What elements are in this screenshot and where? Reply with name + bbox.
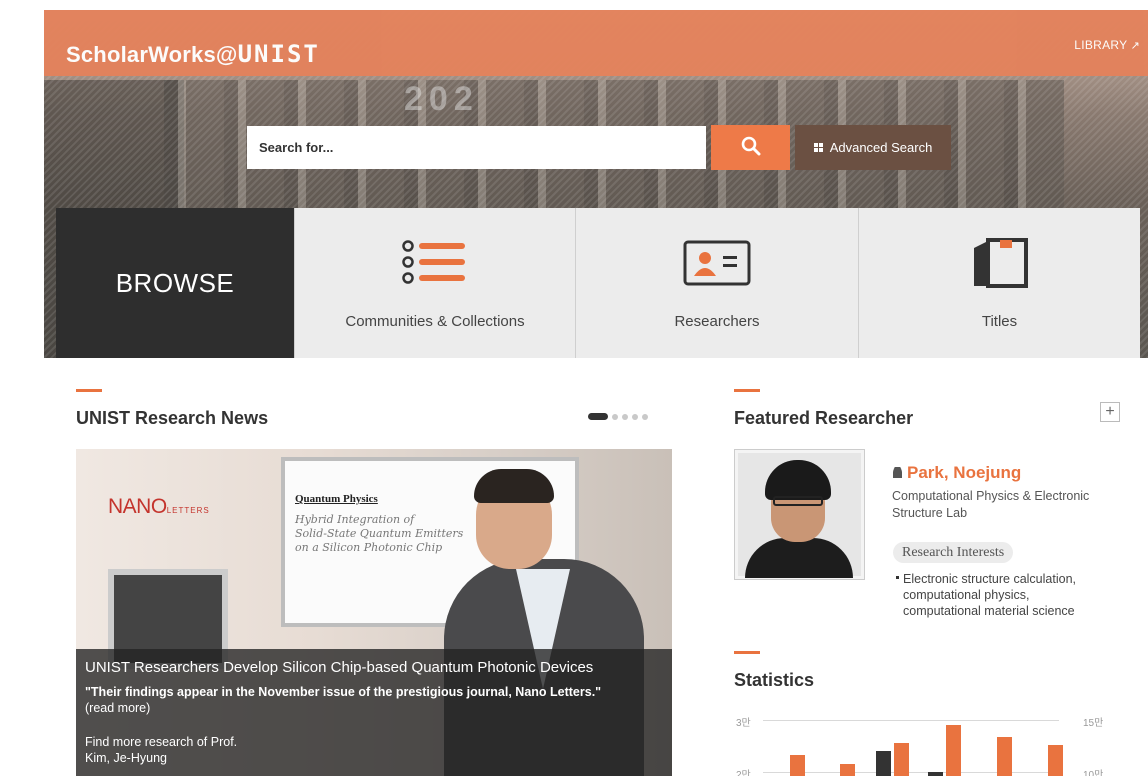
browse-researchers-tile[interactable]: Researchers xyxy=(575,208,858,358)
browse-label: BROWSE xyxy=(115,267,235,298)
research-interests-badge: Research Interests xyxy=(893,542,1014,563)
list-icon xyxy=(402,240,465,284)
gridline xyxy=(763,772,1059,773)
advanced-search-button[interactable]: Advanced Search xyxy=(795,125,951,170)
news-headline[interactable]: UNIST Researchers Develop Silicon Chip-b… xyxy=(85,659,663,676)
section-accent xyxy=(734,651,760,654)
carousel-dot[interactable] xyxy=(588,413,608,420)
researcher-photo xyxy=(734,449,865,580)
research-interests-list: Electronic structure calculation, comput… xyxy=(896,571,1136,619)
carousel-dot[interactable] xyxy=(622,413,628,420)
left-axis-tick: 2만 xyxy=(736,770,751,776)
grid-icon xyxy=(813,143,823,152)
right-axis-tick: 15만 xyxy=(1083,718,1104,729)
search-button[interactable] xyxy=(711,125,790,170)
section-accent xyxy=(76,389,102,392)
search-icon xyxy=(741,136,760,156)
statistics-section-title: Statistics xyxy=(734,670,815,690)
chart-bar xyxy=(840,764,855,776)
external-link-icon: ↗ xyxy=(1130,40,1140,52)
chart-bar xyxy=(1048,745,1063,776)
board-line: on a Silicon Photonic Chip xyxy=(295,541,443,554)
browse-communities-tile[interactable]: Communities & Collections xyxy=(294,208,575,358)
chart-bar xyxy=(946,725,961,776)
page: { "header": { "logo_text": "ScholarWorks… xyxy=(0,0,1148,776)
top-bar: ScholarWorks@UNIST LIBRARY ↗ xyxy=(44,10,1148,76)
carousel-dot[interactable] xyxy=(632,413,638,420)
section-accent xyxy=(734,389,760,392)
library-label: LIBRARY xyxy=(1074,38,1128,52)
board-line: Hybrid Integration of xyxy=(295,513,415,526)
researcher-name[interactable]: Park, Noejung xyxy=(893,463,1021,483)
titles-label: Titles xyxy=(981,313,1018,330)
browse-label-tile: BROWSE xyxy=(56,208,304,358)
person-hair xyxy=(474,469,554,503)
researcher-lab: Computational Physics & Electronic Struc… xyxy=(892,489,1090,520)
right-axis-tick: 10만 xyxy=(1083,770,1104,776)
featured-section-title: Featured Researcher xyxy=(734,408,914,428)
site-logo[interactable]: ScholarWorks@UNIST xyxy=(66,40,320,68)
news-caption: UNIST Researchers Develop Silicon Chip-b… xyxy=(76,649,672,776)
carousel-dots xyxy=(588,413,648,420)
search-input[interactable] xyxy=(247,126,706,169)
left-axis-tick: 3만 xyxy=(736,718,751,729)
chart-bar xyxy=(894,743,909,776)
researchers-label: Researchers xyxy=(674,313,760,330)
communities-label: Communities & Collections xyxy=(345,313,525,330)
carousel-dot[interactable] xyxy=(612,413,618,420)
id-card-icon xyxy=(683,240,751,286)
advanced-search-label: Advanced Search xyxy=(829,140,933,155)
journal-logo: NANOLETTERS xyxy=(108,495,210,518)
carousel-dot[interactable] xyxy=(642,413,648,420)
chart-bar xyxy=(928,772,943,776)
book-icon xyxy=(974,238,1028,288)
board-title: Quantum Physics xyxy=(295,493,378,505)
more-researchers-button[interactable]: + xyxy=(1100,402,1120,422)
news-slide[interactable]: NANOLETTERS Quantum Physics Hybrid Integ… xyxy=(76,449,672,776)
gridline xyxy=(763,720,1059,721)
browse-titles-tile[interactable]: Titles xyxy=(858,208,1140,358)
chart-bar xyxy=(997,737,1012,776)
user-icon xyxy=(893,467,902,478)
news-quote: "Their findings appear in the November i… xyxy=(85,685,602,715)
professor-link[interactable]: Kim, Je-Hyung xyxy=(85,750,663,766)
bullet-icon xyxy=(896,576,899,579)
find-more-text: Find more research of Prof. xyxy=(85,735,238,749)
board-line: Solid-State Quantum Emitters xyxy=(295,527,464,540)
logo-mark: UNIST xyxy=(237,40,320,68)
library-link[interactable]: LIBRARY ↗ xyxy=(1074,38,1140,52)
read-more-link[interactable]: (read more) xyxy=(85,701,150,715)
logo-text: ScholarWorks@ xyxy=(66,42,238,67)
chart-bar xyxy=(876,751,891,776)
chart-bar xyxy=(790,755,805,776)
news-section-title: UNIST Research News xyxy=(76,408,269,428)
